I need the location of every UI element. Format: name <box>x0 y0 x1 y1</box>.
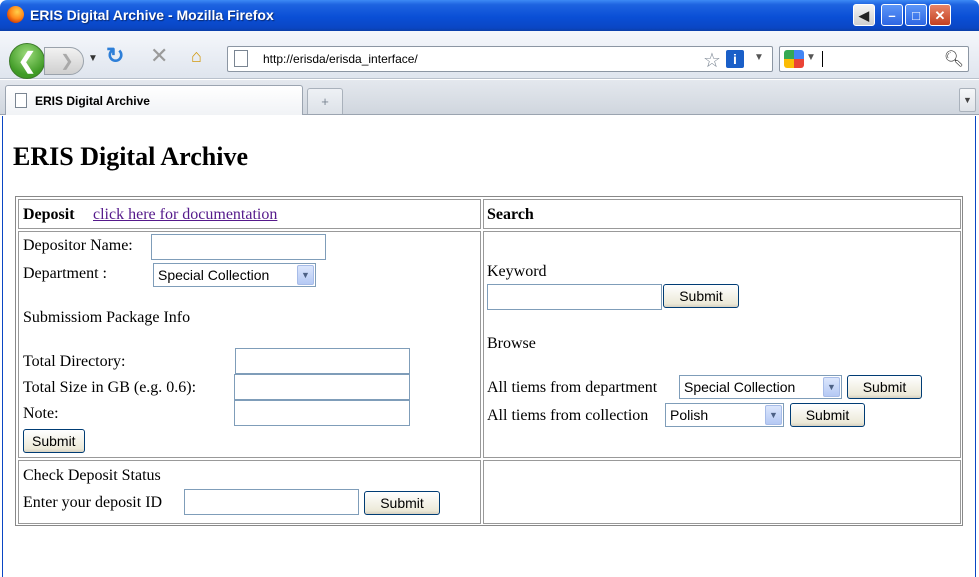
stop-icon[interactable]: ✕ <box>150 45 168 67</box>
search-header-cell: Search <box>483 199 961 229</box>
deposit-status-submit-button[interactable]: Submit <box>364 491 440 515</box>
url-text[interactable]: http://erisda/erisda_interface/ <box>263 52 418 66</box>
page-title: ERIS Digital Archive <box>13 142 248 171</box>
note-input[interactable] <box>234 400 410 426</box>
window-titlebar: ERIS Digital Archive - Mozilla Firefox ◀… <box>0 0 979 31</box>
total-directory-input[interactable] <box>235 348 410 374</box>
text-caret <box>822 51 823 67</box>
browse-collection-value: Polish <box>670 407 709 423</box>
forward-arrow-icon[interactable]: ❯ <box>44 47 84 75</box>
search-engine-dropdown-icon[interactable]: ▼ <box>806 52 816 63</box>
window-title: ERIS Digital Archive - Mozilla Firefox <box>30 7 274 23</box>
deposit-status-cell: Check Deposit Status Enter your deposit … <box>18 460 481 524</box>
browse-department-value: Special Collection <box>684 379 796 395</box>
reload-icon[interactable]: ↻ <box>106 45 124 67</box>
department-select-value: Special Collection <box>158 267 270 283</box>
depositor-name-input[interactable] <box>151 234 326 260</box>
chevron-down-icon[interactable]: ▼ <box>297 265 314 285</box>
info-icon[interactable]: i <box>726 50 744 68</box>
collection-browse-submit-button[interactable]: Submit <box>790 403 865 427</box>
total-size-label: Total Size in GB (e.g. 0.6): <box>23 379 197 396</box>
browse-heading: Browse <box>487 335 536 352</box>
maximize-button[interactable]: □ <box>905 4 927 26</box>
url-bar[interactable]: http://erisda/erisda_interface/ ☆ i ▼ <box>227 46 773 72</box>
keyword-label: Keyword <box>487 263 547 280</box>
page-icon <box>15 93 27 108</box>
minimize-button[interactable]: – <box>881 4 903 26</box>
search-form-cell: Keyword Submit Browse All tiems from dep… <box>483 231 961 458</box>
tab-title: ERIS Digital Archive <box>35 94 150 108</box>
search-box[interactable]: ▼ 🔍︎ <box>779 46 969 72</box>
deposit-heading: Deposit <box>23 206 75 223</box>
keyword-submit-button[interactable]: Submit <box>663 284 739 308</box>
collection-browse-label: All tiems from collection <box>487 407 649 424</box>
note-label: Note: <box>23 405 59 422</box>
firefox-logo-icon <box>7 6 24 23</box>
keyword-input[interactable] <box>487 284 662 310</box>
deposit-id-label: Enter your deposit ID <box>23 494 163 511</box>
chevron-down-icon[interactable]: ▼ <box>823 377 840 397</box>
main-table: Deposit click here for documentation Sea… <box>15 196 963 526</box>
browse-department-select[interactable]: Special Collection ▼ <box>679 375 842 399</box>
close-button[interactable]: ✕ <box>929 4 951 26</box>
department-select[interactable]: Special Collection ▼ <box>153 263 316 287</box>
deposit-form-cell: Depositor Name: Department : Special Col… <box>18 231 481 458</box>
home-icon[interactable]: ⌂ <box>191 47 202 65</box>
url-dropdown-icon[interactable]: ▼ <box>754 52 764 63</box>
navigation-toolbar: ❮ ❯ ▼ ↻ ✕ ⌂ http://erisda/erisda_interfa… <box>0 31 979 79</box>
back-arrow-icon[interactable]: ❮ <box>9 43 45 79</box>
window-back-icon[interactable]: ◀ <box>853 4 875 26</box>
total-directory-label: Total Directory: <box>23 353 126 370</box>
department-browse-submit-button[interactable]: Submit <box>847 375 922 399</box>
star-icon[interactable]: ☆ <box>703 48 721 73</box>
history-dropdown-icon[interactable]: ▼ <box>88 53 98 64</box>
page-icon <box>234 50 248 67</box>
depositor-name-label: Depositor Name: <box>23 237 133 254</box>
new-tab-button[interactable]: + <box>307 88 343 114</box>
magnifier-icon[interactable]: 🔍︎ <box>944 49 964 69</box>
deposit-status-heading: Check Deposit Status <box>23 467 161 484</box>
department-label: Department : <box>23 265 107 282</box>
deposit-header-cell: Deposit click here for documentation <box>18 199 481 229</box>
deposit-submit-button[interactable]: Submit <box>23 429 85 453</box>
google-icon[interactable] <box>784 50 804 68</box>
page-content: ERIS Digital Archive Deposit click here … <box>2 116 976 577</box>
empty-cell <box>483 460 961 524</box>
package-info-heading: Submissiom Package Info <box>23 309 191 326</box>
search-heading: Search <box>487 206 534 223</box>
tab-bar: ERIS Digital Archive + ▼ <box>0 80 979 115</box>
browse-collection-select[interactable]: Polish ▼ <box>665 403 784 427</box>
tab-list-dropdown-icon[interactable]: ▼ <box>959 88 976 112</box>
tab-eris-digital-archive[interactable]: ERIS Digital Archive <box>5 85 303 115</box>
total-size-input[interactable] <box>234 374 410 400</box>
deposit-id-input[interactable] <box>184 489 359 515</box>
department-browse-label: All tiems from department <box>487 379 658 396</box>
chevron-down-icon[interactable]: ▼ <box>765 405 782 425</box>
documentation-link[interactable]: click here for documentation <box>93 206 277 224</box>
